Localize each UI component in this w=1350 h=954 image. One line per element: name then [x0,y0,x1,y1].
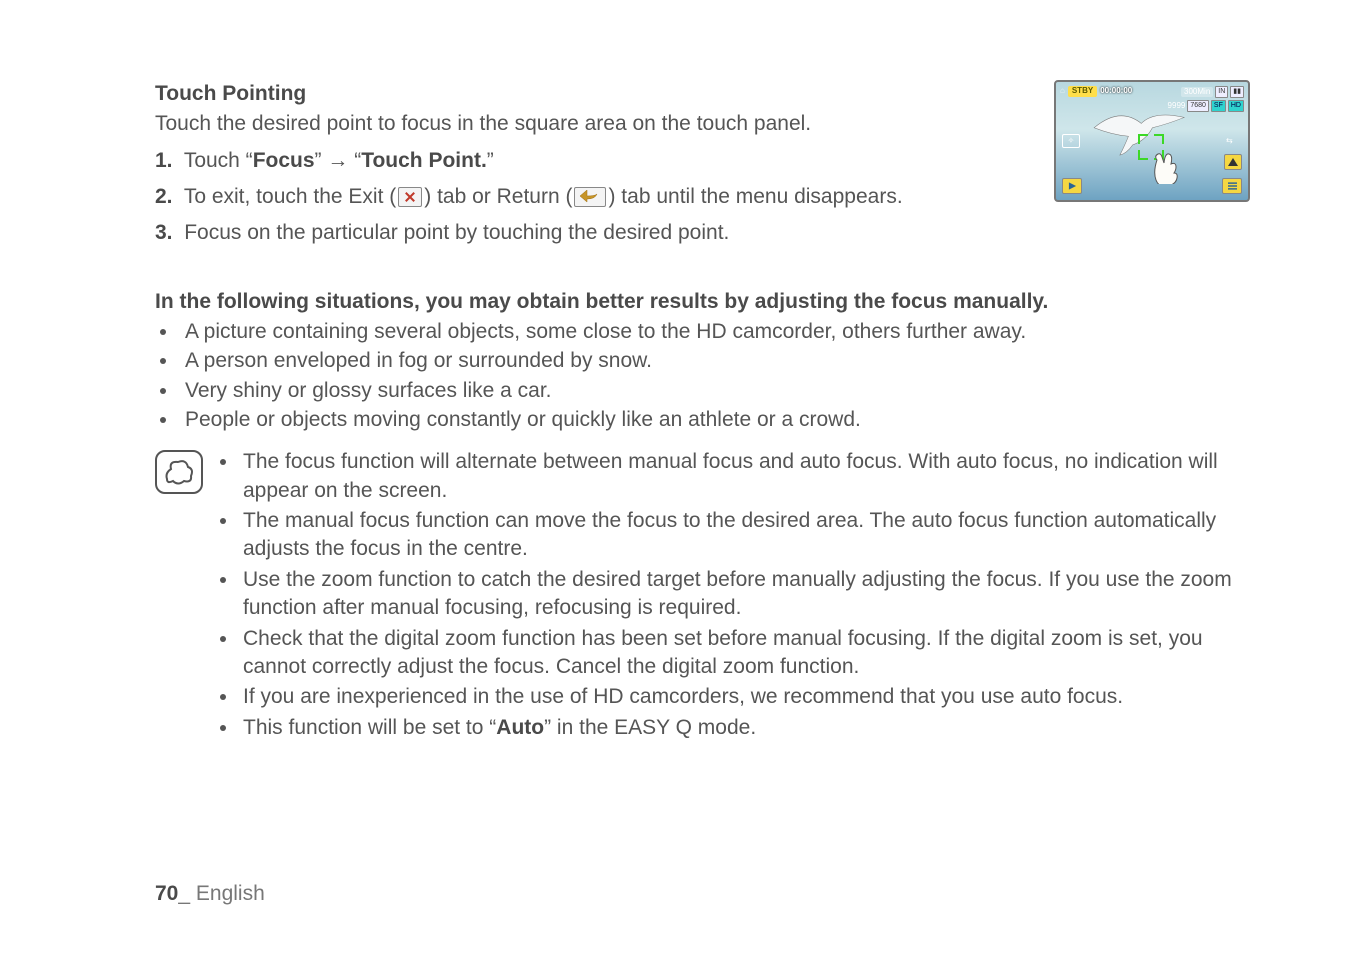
step-number: 3. [155,221,173,244]
badge-resolution: 7680 [1187,100,1209,112]
list-item: If you are inexperienced in the use of H… [239,683,1250,711]
badge-sf: SF [1211,100,1226,112]
status-stby: STBY [1068,86,1097,97]
status-timer: 00:00:00 [1100,86,1132,97]
step-3: 3. Focus on the particular point by touc… [155,219,1250,247]
menu-button[interactable] [1222,178,1242,194]
playback-button[interactable] [1062,178,1082,194]
page-number: 70 [155,882,178,905]
footer-language: English [196,882,265,905]
page-footer: 70_ English [155,880,265,908]
list-item: Use the zoom function to catch the desir… [239,566,1250,623]
note-bold: Auto [496,716,544,739]
manual-focus-list: A picture containing several objects, so… [155,318,1250,434]
list-item: People or objects moving constantly or q… [179,406,1250,434]
touch-hand-icon [1150,148,1184,184]
exposure-icon [1224,154,1242,170]
screen-thumbnail: ⌂ STBY 00:00:00 300Min IN ▮▮ 9999 7680 S… [1054,80,1250,202]
note-text: This function will be set to “ [243,716,496,739]
step-number: 2. [155,185,173,208]
step-text: ) tab or Return ( [424,185,572,208]
badge-storage: IN [1215,86,1228,98]
step-text: To exit, touch the Exit ( [184,185,396,208]
step-text: ” → “ [315,149,362,172]
list-item: Check that the digital zoom function has… [239,625,1250,682]
step-bold: Focus [253,149,315,172]
battery-icon: ▮▮ [1230,86,1244,98]
notes-list: The focus function will alternate betwee… [217,446,1250,743]
step-text: Touch “ [184,149,253,172]
step-bold: Touch Point. [361,149,487,172]
note-text: ” in the EASY Q mode. [544,716,756,739]
list-item: The focus function will alternate betwee… [239,448,1250,505]
exit-icon [398,187,422,207]
footer-separator: _ [178,882,190,905]
list-item: A picture containing several objects, so… [179,318,1250,346]
list-item: This function will be set to “Auto” in t… [239,714,1250,742]
step-text: ” [487,149,494,172]
list-item: The manual focus function can move the f… [239,507,1250,564]
note-icon [155,450,203,494]
swap-icon: ⇆ [1226,136,1240,150]
status-count: 9999 [1168,101,1186,112]
badge-hd: HD [1228,100,1244,112]
list-item: Very shiny or glossy surfaces like a car… [179,377,1250,405]
camera-icon: ✧ [1062,134,1080,148]
step-text: ) tab until the menu disappears. [608,185,902,208]
home-icon: ⌂ [1060,86,1065,97]
step-text: Focus on the particular point by touchin… [184,221,729,244]
status-remaining: 300Min [1181,87,1213,98]
manual-focus-heading: In the following situations, you may obt… [155,288,1250,316]
return-icon [574,187,606,207]
step-number: 1. [155,149,173,172]
list-item: A person enveloped in fog or surrounded … [179,347,1250,375]
